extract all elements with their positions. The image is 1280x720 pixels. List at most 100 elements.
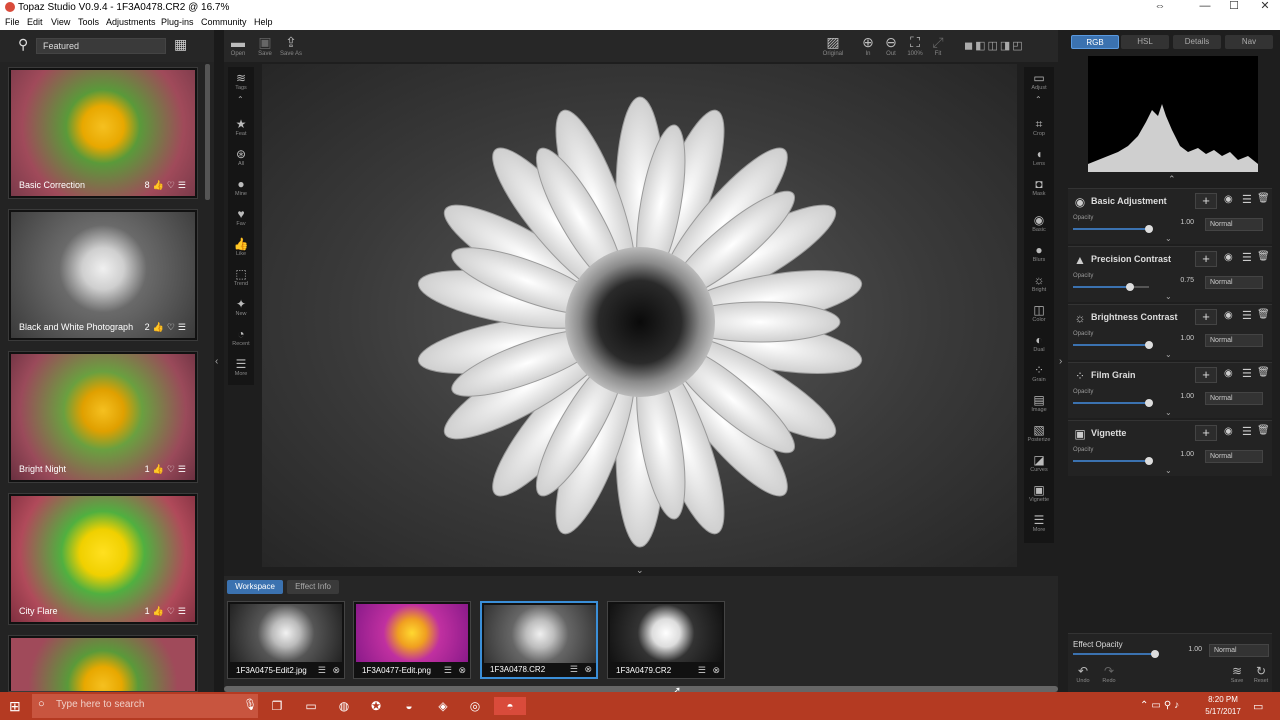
tab-rgb[interactable]: RGB: [1071, 35, 1119, 49]
menu-icon[interactable]: ☰: [318, 665, 326, 676]
open-button[interactable]: ▬ Open: [225, 33, 251, 57]
presets-scrollbar[interactable]: [205, 64, 210, 200]
effect-blend-select[interactable]: Normal: [1209, 644, 1269, 657]
eye-icon[interactable]: ◉: [1224, 426, 1233, 437]
tool-more-right[interactable]: ☰ More: [1024, 513, 1054, 533]
tool-all[interactable]: ⊛ All: [228, 147, 254, 167]
chevron-right-icon[interactable]: ›: [1059, 356, 1062, 367]
opacity-slider[interactable]: [1073, 457, 1153, 465]
search-icon[interactable]: ⚲: [18, 36, 28, 53]
tab-details[interactable]: Details: [1173, 35, 1221, 49]
menu-icon[interactable]: ☰: [444, 665, 452, 676]
menu-help[interactable]: Help: [254, 17, 273, 27]
tool-fav[interactable]: ♥ Fav: [228, 207, 254, 227]
tool-blurs[interactable]: ● Blurs: [1024, 243, 1054, 263]
tool-mask[interactable]: ◘ Mask: [1024, 177, 1054, 197]
discord-icon[interactable]: ◒: [400, 697, 418, 715]
preset-black-and-white-photograph[interactable]: Black and White Photograph 2👍♡☰: [8, 209, 198, 341]
eye-icon[interactable]: ◉: [1224, 368, 1233, 379]
tool-tags[interactable]: ≋ Tags: [228, 71, 254, 91]
menu-tools[interactable]: Tools: [78, 17, 99, 27]
obs-icon[interactable]: ◎: [466, 697, 484, 715]
eye-icon[interactable]: ◉: [1224, 194, 1233, 205]
chevron-down-icon[interactable]: ⌄: [1165, 408, 1172, 417]
tab-workspace[interactable]: Workspace: [227, 580, 283, 594]
tool-feat[interactable]: ★ Feat: [228, 117, 254, 137]
save-preset-button[interactable]: ≋ Save: [1226, 664, 1248, 684]
resize-icon[interactable]: ⇔: [1145, 0, 1175, 15]
opacity-value[interactable]: 1.00: [1160, 219, 1194, 231]
menu-edit[interactable]: Edit: [27, 17, 43, 27]
app-icon[interactable]: ✪: [367, 697, 385, 715]
save-button[interactable]: ▣ Save: [252, 33, 278, 57]
tool-curves[interactable]: ◪ Curves: [1024, 453, 1054, 473]
close-circle-icon[interactable]: ⊗: [458, 665, 466, 676]
filmstrip-item[interactable]: 1F3A0479.CR2 ☰ ⊗: [607, 601, 725, 679]
tool-lens[interactable]: ◖ Lens: [1024, 147, 1054, 167]
opacity-slider[interactable]: [1073, 399, 1153, 407]
menu-icon[interactable]: ☰: [1242, 251, 1252, 264]
zoom-out-button[interactable]: ⊖ Out: [878, 33, 904, 57]
chevron-down-icon[interactable]: ⌄: [1165, 350, 1172, 359]
tool-new[interactable]: ✦ New: [228, 297, 254, 317]
notifications-icon[interactable]: ▭: [1253, 700, 1263, 713]
close-button[interactable]: ✕: [1250, 0, 1280, 15]
left-panel-collapse[interactable]: ‹: [214, 30, 224, 692]
add-mask-button[interactable]: +: [1195, 425, 1217, 441]
menu-icon[interactable]: ☰: [1242, 367, 1252, 380]
tool-crop[interactable]: ⌗ Crop: [1024, 117, 1054, 137]
effect-precision-contrast[interactable]: ▲ Precision Contrast + ◉ ☰ 🗑 Opacity 0.7…: [1068, 246, 1272, 302]
search-input[interactable]: Featured: [36, 38, 166, 54]
close-circle-icon[interactable]: ⊗: [332, 665, 340, 676]
undo-button[interactable]: ↶ Undo: [1072, 664, 1094, 684]
image-canvas[interactable]: [262, 64, 1017, 567]
chrome-icon[interactable]: ◍: [335, 697, 353, 715]
windows-start-icon[interactable]: ⊞: [9, 698, 21, 715]
add-mask-button[interactable]: +: [1195, 193, 1217, 209]
menu-adjustments[interactable]: Adjustments: [106, 17, 156, 27]
effect-opacity-value[interactable]: 1.00: [1168, 646, 1202, 653]
menu-file[interactable]: File: [5, 17, 20, 27]
opacity-value[interactable]: 1.00: [1160, 335, 1194, 347]
fit-button[interactable]: ⤢ Fit: [925, 33, 951, 57]
menu-view[interactable]: View: [51, 17, 70, 27]
opacity-value[interactable]: 1.00: [1160, 451, 1194, 463]
menu-icon[interactable]: ☰: [1242, 309, 1252, 322]
opacity-slider[interactable]: [1073, 225, 1153, 233]
effect-opacity-slider[interactable]: [1073, 650, 1159, 658]
reset-button[interactable]: ↻ Reset: [1250, 664, 1272, 684]
trash-icon[interactable]: 🗑: [1257, 193, 1270, 204]
tool-bright[interactable]: ☼ Bright: [1024, 273, 1054, 293]
tool-color[interactable]: ◫ Color: [1024, 303, 1054, 323]
blend-mode-select[interactable]: Normal: [1205, 450, 1263, 463]
tool-recent[interactable]: ◔ Recent: [228, 327, 254, 347]
tool-vignette[interactable]: ▣ Vignette: [1024, 483, 1054, 503]
chevron-down-icon[interactable]: ⌄: [1165, 292, 1172, 301]
clock-date[interactable]: 5/17/2017: [1198, 707, 1248, 716]
slider-handle[interactable]: [1145, 457, 1153, 465]
microphone-icon[interactable]: 🎙: [243, 698, 257, 711]
tool-grain[interactable]: ⁘ Grain: [1024, 363, 1054, 383]
chevron-up-icon[interactable]: ⌃: [237, 95, 244, 104]
filmstrip-item[interactable]: 1F3A0477-Edit.png ☰ ⊗: [353, 601, 471, 679]
system-tray-icons[interactable]: ⌃▭⚲♪: [1140, 700, 1182, 711]
tab-hsl[interactable]: HSL: [1121, 35, 1169, 49]
trash-icon[interactable]: 🗑: [1257, 367, 1270, 378]
filmstrip-item-selected[interactable]: 1F3A0478.CR2 ☰ ⊗: [480, 601, 598, 679]
tool-more[interactable]: ☰ More: [228, 357, 254, 377]
chevron-up-icon[interactable]: ⌃: [1035, 95, 1042, 104]
filmstrip-item[interactable]: 1F3A0475-Edit2.jpg ☰ ⊗: [227, 601, 345, 679]
effect-film-grain[interactable]: ⁘ Film Grain + ◉ ☰ 🗑 Opacity 1.00 Normal…: [1068, 362, 1272, 418]
chevron-up-icon[interactable]: ⌃: [1168, 174, 1176, 185]
menu-icon[interactable]: ☰: [1242, 425, 1252, 438]
tool-adjust[interactable]: ▭ Adjust: [1024, 71, 1054, 91]
chevron-down-icon[interactable]: ⌄: [1165, 466, 1172, 475]
opacity-value[interactable]: 1.00: [1160, 393, 1194, 405]
menu-plugins[interactable]: Plug-ins: [161, 17, 194, 27]
tool-basic[interactable]: ◉ Basic: [1024, 213, 1054, 233]
add-mask-button[interactable]: +: [1195, 251, 1217, 267]
original-button[interactable]: ▨ Original: [820, 33, 846, 57]
blend-mode-select[interactable]: Normal: [1205, 276, 1263, 289]
effect-brightness-contrast[interactable]: ☼ Brightness Contrast + ◉ ☰ 🗑 Opacity 1.…: [1068, 304, 1272, 360]
blend-mode-select[interactable]: Normal: [1205, 334, 1263, 347]
